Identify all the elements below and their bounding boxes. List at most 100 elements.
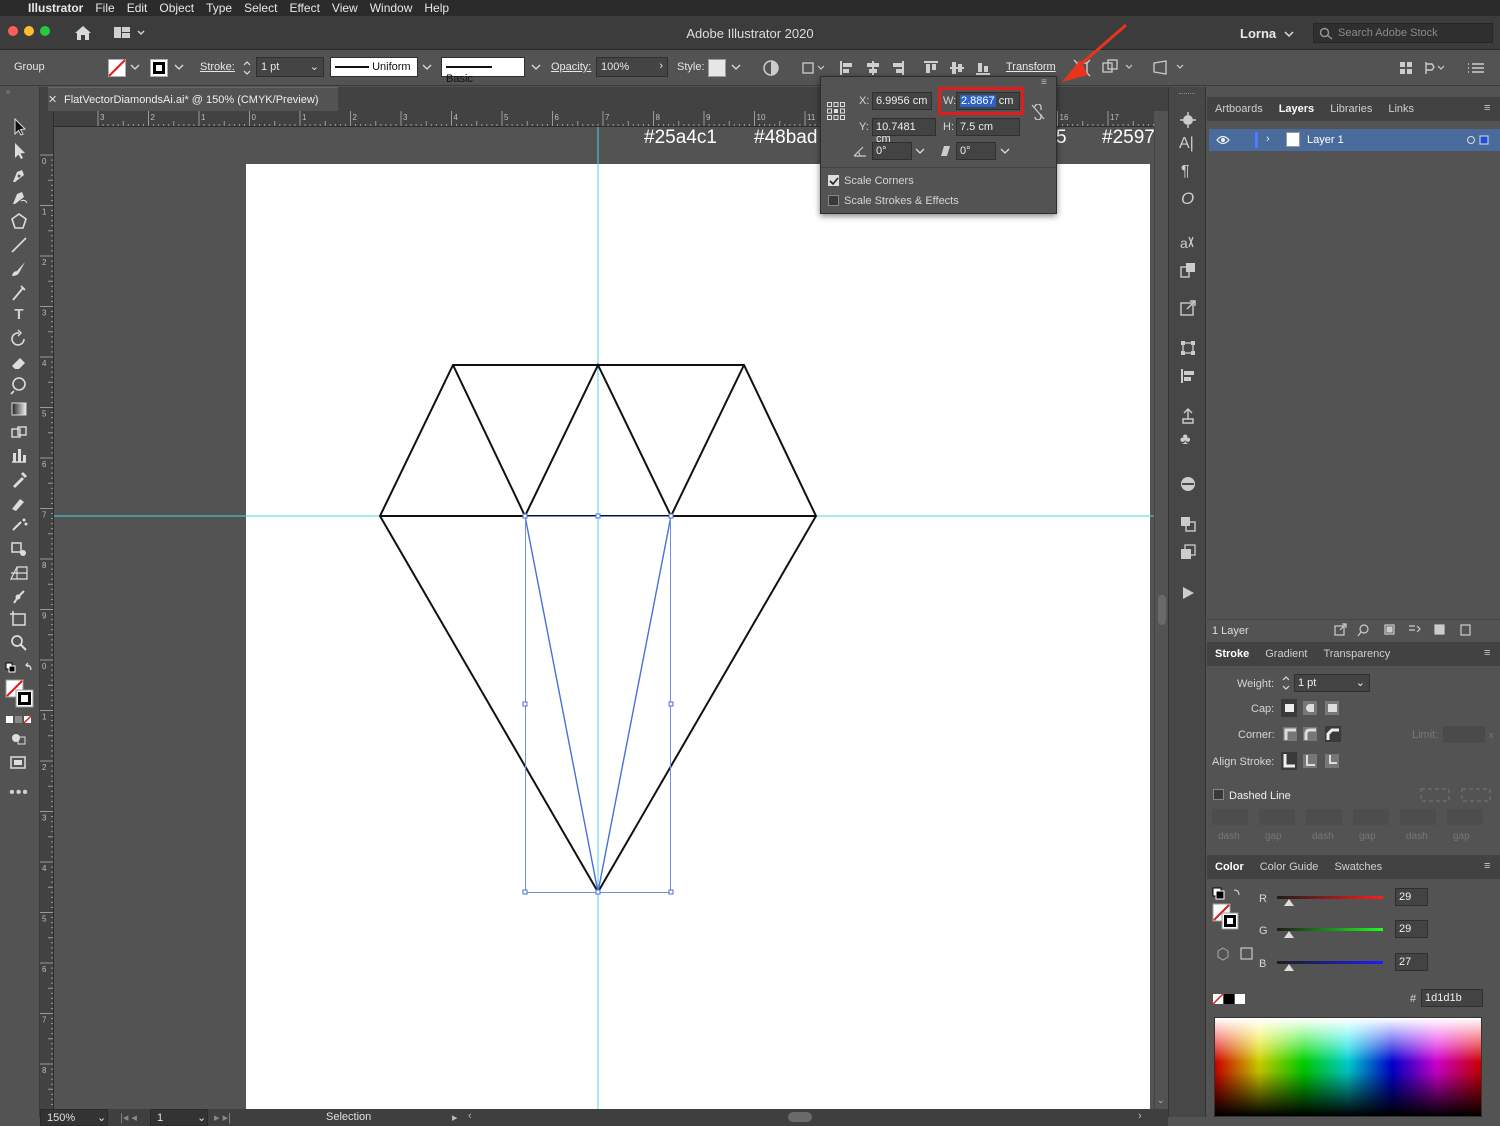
- chevron-down-icon[interactable]: [1284, 30, 1294, 38]
- stock-search-input[interactable]: Search Adobe Stock: [1313, 23, 1493, 43]
- eraser-tool-icon[interactable]: [8, 353, 30, 373]
- warp-tool-icon[interactable]: [8, 375, 30, 395]
- menu-type[interactable]: Type: [206, 1, 232, 15]
- resize-handle[interactable]: [668, 701, 674, 707]
- expand-layer-icon[interactable]: ›: [1266, 133, 1270, 145]
- stroke-label[interactable]: Stroke:: [200, 61, 235, 73]
- menu-select[interactable]: Select: [244, 1, 277, 15]
- red-value-field[interactable]: 29: [1395, 888, 1428, 906]
- color-fill-stroke-swatches[interactable]: [1212, 887, 1242, 933]
- menu-effect[interactable]: Effect: [289, 1, 319, 15]
- perspective-grid-tool-icon[interactable]: [8, 563, 30, 583]
- export-icon[interactable]: [1179, 299, 1197, 317]
- shape-builder-tool-icon[interactable]: [8, 423, 30, 443]
- shaper-tool-icon[interactable]: [8, 283, 30, 303]
- target-icon[interactable]: [1466, 135, 1490, 145]
- tab-links[interactable]: Links: [1380, 103, 1422, 115]
- menu-help[interactable]: Help: [424, 1, 449, 15]
- resize-handle[interactable]: [595, 513, 601, 519]
- live-paint-tool-icon[interactable]: [8, 539, 30, 559]
- horizontal-scroll-thumb[interactable]: [788, 1112, 812, 1122]
- vertical-scrollbar[interactable]: ⌄: [1154, 127, 1168, 1109]
- visibility-eye-icon[interactable]: [1216, 135, 1230, 145]
- color-mode-icons[interactable]: [6, 715, 34, 725]
- graphic-style-swatch[interactable]: [708, 59, 726, 77]
- stepper-icon[interactable]: [242, 59, 252, 77]
- tab-gradient[interactable]: Gradient: [1257, 648, 1315, 660]
- chevron-down-icon[interactable]: [731, 63, 741, 71]
- next-artboard-icon[interactable]: ▸ ▸|: [214, 1111, 231, 1124]
- transform-link[interactable]: Transform: [1006, 61, 1056, 73]
- symbol-sprayer-tool-icon[interactable]: [8, 515, 30, 535]
- fill-stroke-swatches[interactable]: [5, 679, 35, 709]
- color-spectrum[interactable]: [1214, 1017, 1482, 1117]
- status-menu-icon[interactable]: ▸: [452, 1111, 458, 1124]
- selection-tool-icon[interactable]: [8, 117, 30, 137]
- tab-stroke[interactable]: Stroke: [1207, 648, 1257, 660]
- menu-app-name[interactable]: Illustrator: [28, 1, 83, 15]
- swatches-icon[interactable]: ♣: [1180, 431, 1191, 449]
- default-swap-colors-icon[interactable]: [5, 662, 35, 676]
- red-slider-thumb[interactable]: [1284, 899, 1294, 907]
- scale-strokes-checkbox[interactable]: [828, 195, 839, 206]
- hex-field[interactable]: 1d1d1b: [1421, 989, 1483, 1007]
- dashed-line-checkbox[interactable]: [1213, 789, 1224, 800]
- chevron-down-icon[interactable]: [1000, 147, 1010, 155]
- green-slider-thumb[interactable]: [1284, 931, 1294, 939]
- stroke-panel-menu-icon[interactable]: ≡: [1484, 647, 1490, 659]
- artboard-tool-icon[interactable]: [8, 609, 30, 629]
- quick-color-swatches[interactable]: [1212, 993, 1246, 1005]
- menu-file[interactable]: File: [95, 1, 114, 15]
- draw-mode-icon[interactable]: [8, 729, 30, 749]
- resize-handle[interactable]: [522, 889, 528, 895]
- align-to-icon[interactable]: [800, 60, 828, 76]
- actions-play-icon[interactable]: [1180, 585, 1196, 601]
- menu-view[interactable]: View: [332, 1, 358, 15]
- align-buttons[interactable]: [838, 59, 990, 77]
- symbols-icon[interactable]: [1179, 407, 1197, 425]
- appearance-icon[interactable]: [1179, 111, 1197, 129]
- height-field[interactable]: 7.5 cm: [956, 118, 1020, 136]
- stroke-color-swatch[interactable]: [150, 59, 170, 77]
- gradient-tool-icon[interactable]: [8, 399, 30, 419]
- layers-alt-icon[interactable]: [1179, 543, 1197, 561]
- collapse-toolbox-icon[interactable]: »: [6, 87, 10, 96]
- paintbrush-tool-icon[interactable]: [8, 259, 30, 279]
- scroll-down-icon[interactable]: ⌄: [1157, 1095, 1165, 1106]
- scroll-left-icon[interactable]: ‹: [468, 1110, 472, 1122]
- opacity-field[interactable]: 100% ›: [596, 57, 668, 77]
- rotate-tool-icon[interactable]: [8, 329, 30, 349]
- align-stroke-buttons[interactable]: [1281, 752, 1345, 770]
- paragraph-icon[interactable]: ¶: [1181, 163, 1190, 181]
- tab-transparency[interactable]: Transparency: [1315, 648, 1398, 660]
- popup-menu-icon[interactable]: ≡: [1041, 77, 1047, 88]
- chevron-down-icon[interactable]: [422, 63, 432, 71]
- screen-mode-icon[interactable]: [8, 753, 30, 773]
- stroke-weight-field[interactable]: 1 pt ⌄: [256, 57, 324, 77]
- brush-definition[interactable]: Basic: [441, 57, 525, 85]
- zoom-level-field[interactable]: 150% ⌄: [40, 1109, 108, 1126]
- transform-panel-icon[interactable]: [1179, 339, 1197, 357]
- eyedropper-tool-icon[interactable]: [8, 469, 30, 489]
- fill-none-swatch[interactable]: [108, 59, 128, 77]
- layers-footer-buttons[interactable]: [1333, 622, 1483, 638]
- canvas-area[interactable]: #25a4c1 #48bad 5 #2597: [54, 127, 1154, 1109]
- layer-name[interactable]: Layer 1: [1307, 134, 1344, 146]
- graph-tool-icon[interactable]: [8, 445, 30, 465]
- panel-grip[interactable]: [1179, 93, 1195, 96]
- polygon-tool-icon[interactable]: [8, 211, 30, 231]
- opentype-icon[interactable]: O: [1181, 189, 1194, 209]
- line-tool-icon[interactable]: [8, 235, 30, 255]
- envelope-distort-icon[interactable]: [1152, 59, 1188, 77]
- user-name[interactable]: Lorna: [1240, 26, 1276, 41]
- first-artboard-icon[interactable]: |◂ ◂: [120, 1111, 137, 1124]
- chevron-down-icon[interactable]: [174, 63, 184, 71]
- align-panel-icon[interactable]: [1179, 367, 1197, 385]
- panel-options-icons[interactable]: [1398, 59, 1488, 77]
- vertical-scroll-thumb[interactable]: [1158, 595, 1166, 625]
- tab-swatches[interactable]: Swatches: [1326, 861, 1390, 873]
- menu-window[interactable]: Window: [370, 1, 413, 15]
- curvature-tool-icon[interactable]: [8, 187, 30, 207]
- tab-color-guide[interactable]: Color Guide: [1252, 861, 1327, 873]
- x-field[interactable]: 6.9956 cm: [872, 92, 932, 110]
